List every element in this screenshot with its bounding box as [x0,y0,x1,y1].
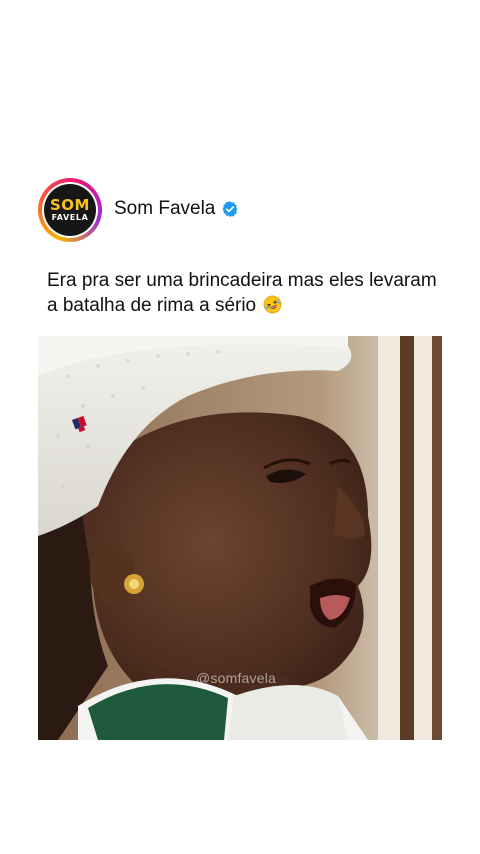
logo-text-top: SOM [50,196,90,214]
post-video[interactable]: @somfavela [38,336,442,740]
caption-text: Era pra ser uma brincadeira mas eles lev… [47,270,437,316]
account-name[interactable]: Som Favela [114,198,215,220]
avatar[interactable]: SOM FAVELA [38,178,102,242]
verified-badge-icon [221,200,239,218]
post-caption: Era pra ser uma brincadeira mas eles lev… [47,268,447,318]
rolling-on-floor-laughing-emoji-icon [263,295,282,314]
som-favela-logo: SOM FAVELA [44,184,96,236]
avatar-ring-gap: SOM FAVELA [42,182,98,238]
post-header: SOM FAVELA Som Favela [38,178,239,242]
video-watermark: @somfavela [196,670,277,686]
logo-text-bottom: FAVELA [51,213,89,222]
account-info: Som Favela [114,198,239,220]
